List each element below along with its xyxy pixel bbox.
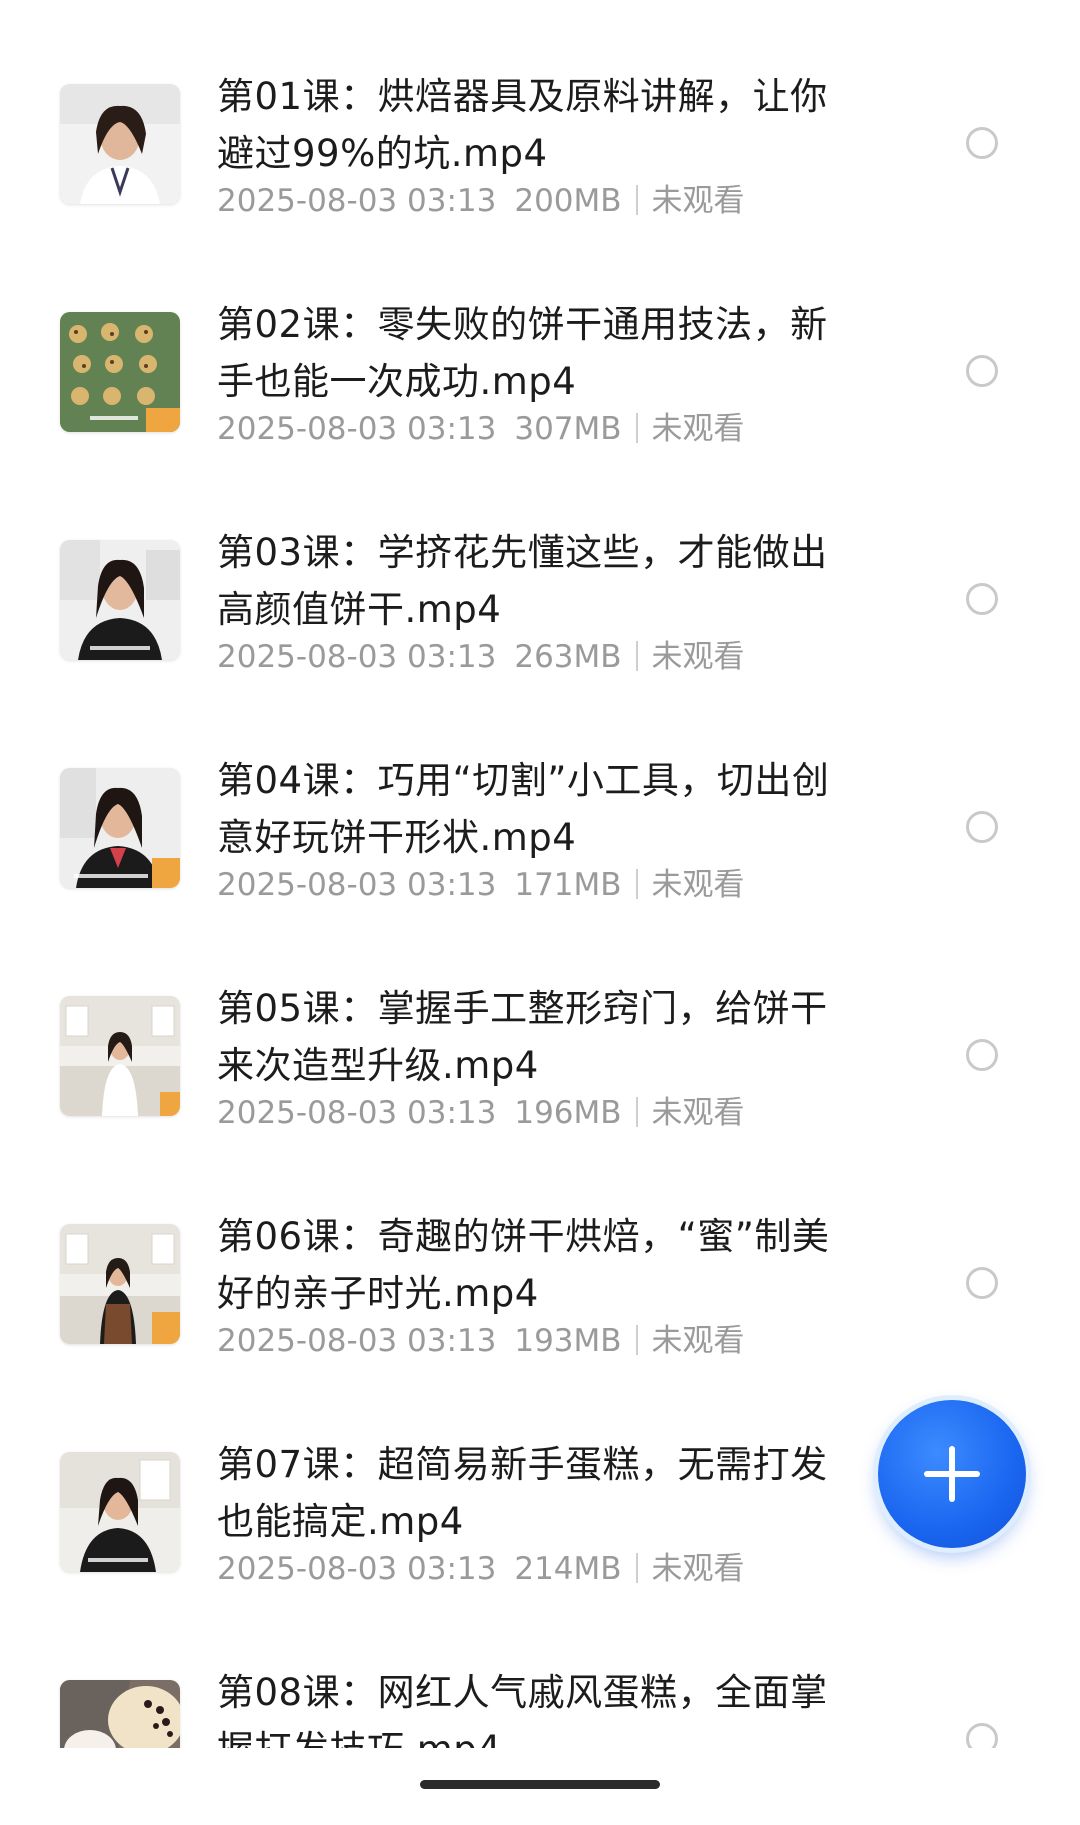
video-title: 第02课：零失败的饼干通用技法，新手也能一次成功.mp4 (217, 303, 828, 403)
meta-divider (635, 413, 638, 443)
video-meta: 2025-08-03 03:13 171MB 未观看 (217, 865, 745, 905)
video-title: 第07课：超简易新手蛋糕，无需打发也能搞定.mp4 (217, 1443, 828, 1543)
list-item[interactable]: 第06课：奇趣的饼干烘焙，“蜜”制美好的亲子时光.mp4 2025-08-03 … (0, 1140, 1080, 1368)
meta-divider (635, 185, 638, 215)
video-thumbnail (60, 1452, 180, 1572)
video-title: 第08课：网红人气戚风蛋糕，全面掌握打发技巧.mp4 (217, 1671, 828, 1748)
watch-status: 未观看 (651, 639, 745, 675)
video-title: 第03课：学挤花先懂这些，才能做出高颜值饼干.mp4 (217, 531, 828, 631)
add-button[interactable] (878, 1400, 1026, 1548)
video-meta: 2025-08-03 03:13 263MB 未观看 (217, 637, 745, 677)
list-item[interactable]: 第02课：零失败的饼干通用技法，新手也能一次成功.mp4 2025-08-03 … (0, 228, 1080, 456)
video-date: 2025-08-03 03:13 (217, 411, 497, 447)
video-size: 196MB (514, 1095, 622, 1131)
watch-status: 未观看 (651, 183, 745, 219)
meta-divider (635, 1553, 638, 1583)
list-item[interactable]: 第05课：掌握手工整形窍门，给饼干来次造型升级.mp4 2025-08-03 0… (0, 912, 1080, 1140)
video-date: 2025-08-03 03:13 (217, 1323, 497, 1359)
select-radio[interactable] (966, 355, 998, 387)
video-meta: 2025-08-03 03:13 214MB 未观看 (217, 1549, 745, 1589)
video-thumbnail (60, 540, 180, 660)
select-radio[interactable] (966, 583, 998, 615)
video-date: 2025-08-03 03:13 (217, 639, 497, 675)
select-radio[interactable] (966, 1267, 998, 1299)
video-size: 307MB (514, 411, 622, 447)
select-radio[interactable] (966, 127, 998, 159)
plus-icon-vertical (949, 1446, 955, 1502)
video-size: 263MB (514, 639, 622, 675)
video-meta: 2025-08-03 03:13 196MB 未观看 (217, 1093, 745, 1133)
video-title: 第06课：奇趣的饼干烘焙，“蜜”制美好的亲子时光.mp4 (217, 1215, 830, 1315)
video-meta: 2025-08-03 03:13 307MB 未观看 (217, 409, 745, 449)
watch-status: 未观看 (651, 1323, 745, 1359)
video-size: 193MB (514, 1323, 622, 1359)
watch-status: 未观看 (651, 867, 745, 903)
list-item[interactable]: 第01课：烘焙器具及原料讲解，让你避过99%的坑.mp4 2025-08-03 … (0, 0, 1080, 228)
list-item[interactable]: 第08课：网红人气戚风蛋糕，全面掌握打发技巧.mp4 (0, 1596, 1080, 1748)
home-indicator[interactable] (420, 1780, 660, 1789)
video-date: 2025-08-03 03:13 (217, 867, 497, 903)
video-meta: 2025-08-03 03:13 193MB 未观看 (217, 1321, 745, 1361)
select-radio[interactable] (966, 1039, 998, 1071)
watch-status: 未观看 (651, 1551, 745, 1587)
video-size: 200MB (514, 183, 622, 219)
list-item[interactable]: 第04课：巧用“切割”小工具，切出创意好玩饼干形状.mp4 2025-08-03… (0, 684, 1080, 912)
video-date: 2025-08-03 03:13 (217, 1551, 497, 1587)
watch-status: 未观看 (651, 411, 745, 447)
meta-divider (635, 1097, 638, 1127)
video-thumbnail (60, 1224, 180, 1344)
video-thumbnail (60, 84, 180, 204)
video-date: 2025-08-03 03:13 (217, 183, 497, 219)
video-thumbnail (60, 996, 180, 1116)
video-title: 第01课：烘焙器具及原料讲解，让你避过99%的坑.mp4 (217, 75, 828, 175)
video-meta: 2025-08-03 03:13 200MB 未观看 (217, 181, 745, 221)
select-radio[interactable] (966, 1723, 998, 1748)
watch-status: 未观看 (651, 1095, 745, 1131)
select-radio[interactable] (966, 811, 998, 843)
video-size: 171MB (514, 867, 622, 903)
video-thumbnail (60, 768, 180, 888)
video-title: 第05课：掌握手工整形窍门，给饼干来次造型升级.mp4 (217, 987, 828, 1087)
video-title: 第04课：巧用“切割”小工具，切出创意好玩饼干形状.mp4 (217, 759, 830, 859)
video-thumbnail (60, 312, 180, 432)
list-item[interactable]: 第03课：学挤花先懂这些，才能做出高颜值饼干.mp4 2025-08-03 03… (0, 456, 1080, 684)
meta-divider (635, 641, 638, 671)
meta-divider (635, 1325, 638, 1355)
video-date: 2025-08-03 03:13 (217, 1095, 497, 1131)
video-thumbnail (60, 1680, 180, 1748)
meta-divider (635, 869, 638, 899)
video-size: 214MB (514, 1551, 622, 1587)
